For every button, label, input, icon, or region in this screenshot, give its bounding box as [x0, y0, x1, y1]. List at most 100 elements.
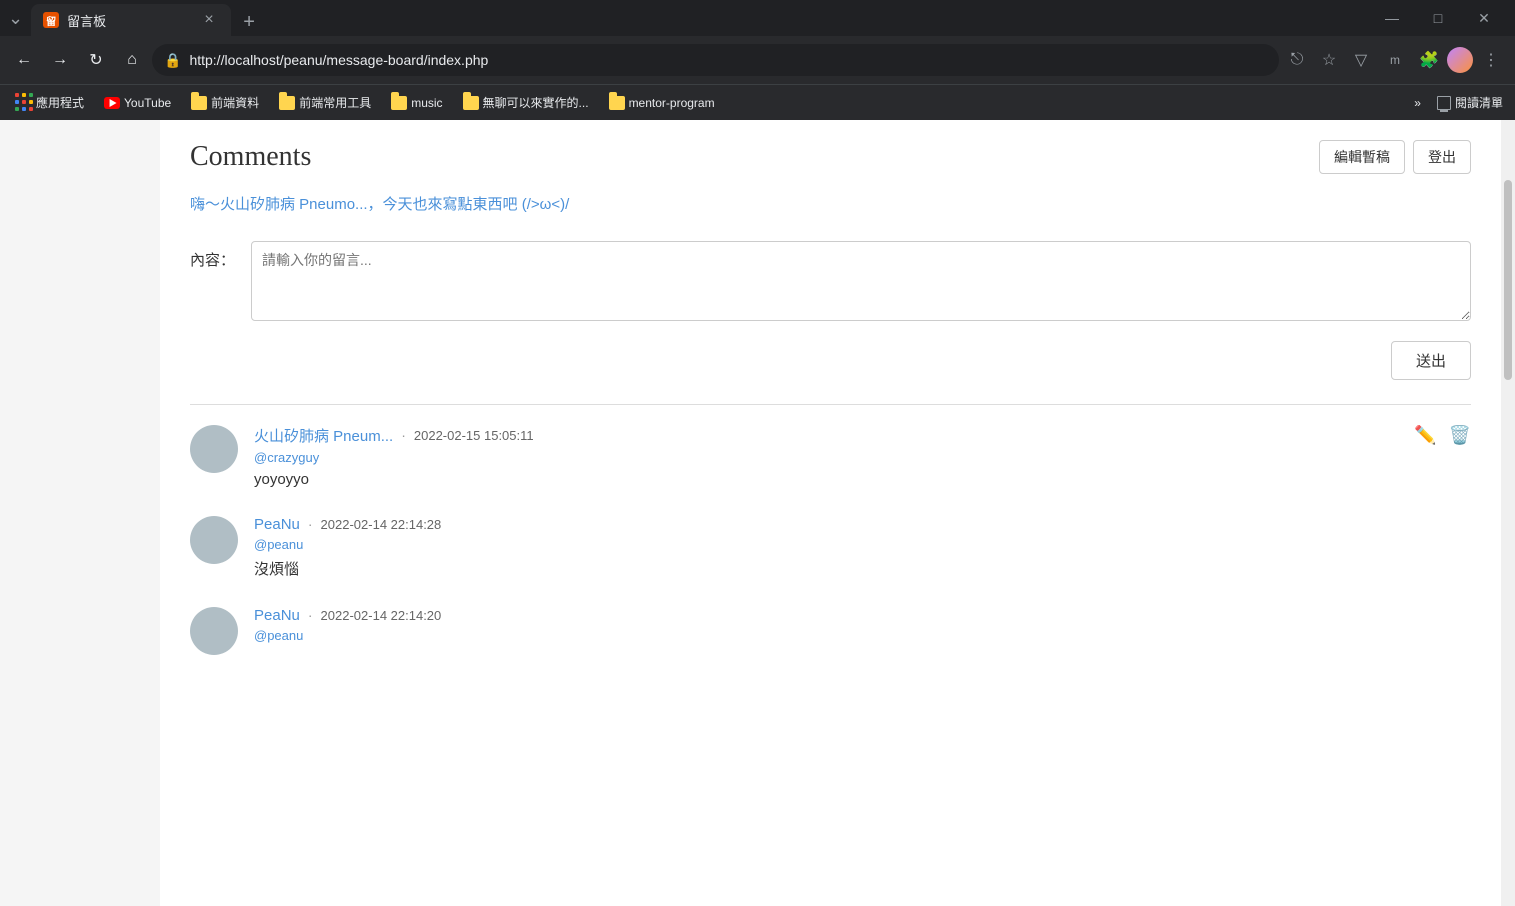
bookmark-music[interactable]: music: [383, 91, 450, 115]
avatar: [190, 516, 238, 564]
browser-chrome: ⌄ 留 留言板 × + — □ ✕ ← → ↻ ⌂ 🔒 http://local…: [0, 0, 1515, 120]
chevron-down-icon[interactable]: ⌄: [8, 8, 23, 29]
extensions-button[interactable]: 🧩: [1413, 44, 1445, 76]
tab-close-button[interactable]: ×: [199, 10, 219, 30]
window-controls-right: — □ ✕: [1369, 0, 1507, 36]
edit-icon[interactable]: ✏️: [1414, 425, 1436, 446]
bookmark-youtube[interactable]: YouTube: [96, 91, 179, 115]
reading-list-button[interactable]: 閱讀清單: [1433, 90, 1507, 115]
bookmark-frontend-tools[interactable]: 前端常用工具: [271, 90, 379, 115]
comment-form: 內容：: [190, 241, 1471, 321]
submit-button[interactable]: 送出: [1391, 341, 1471, 380]
bookmark-frontend-tools-label: 前端常用工具: [299, 94, 371, 111]
url-text: http://localhost/peanu/message-board/ind…: [189, 52, 1267, 68]
bookmark-boring-label: 無聊可以來實作的...: [483, 94, 589, 111]
menu-button[interactable]: ⋮: [1475, 44, 1507, 76]
bookmark-boring[interactable]: 無聊可以來實作的...: [455, 90, 597, 115]
comment-header: PeaNu · 2022-02-14 22:14:20: [254, 607, 1471, 624]
comment-text: 沒煩惱: [254, 558, 1471, 579]
bookmark-apps-label: 應用程式: [36, 94, 84, 111]
reading-list-icon: [1437, 96, 1451, 110]
page-title: Comments: [190, 141, 311, 173]
scrollbar-thumb[interactable]: [1504, 180, 1512, 380]
folder-icon-3: [391, 95, 407, 111]
forward-button[interactable]: →: [44, 44, 76, 76]
delete-icon[interactable]: 🗑️: [1449, 425, 1471, 446]
home-button[interactable]: ⌂: [116, 44, 148, 76]
comment-textarea[interactable]: [251, 241, 1471, 321]
back-button[interactable]: ←: [8, 44, 40, 76]
comment-actions: ✏️ 🗑️: [1414, 425, 1471, 446]
minimize-button[interactable]: —: [1369, 0, 1415, 36]
share-button[interactable]: ⎋: [1283, 46, 1311, 74]
bookmark-youtube-label: YouTube: [124, 96, 171, 110]
comment-handle: @crazyguy: [254, 450, 1471, 465]
new-tab-button[interactable]: +: [235, 8, 263, 36]
reload-button[interactable]: ↻: [80, 44, 112, 76]
comment-time: 2022-02-14 22:14:28: [321, 517, 442, 532]
avatar: [190, 607, 238, 655]
active-tab[interactable]: 留 留言板 ×: [31, 4, 231, 36]
bookmark-button[interactable]: ☆: [1315, 46, 1343, 74]
profile-initial[interactable]: m: [1379, 44, 1411, 76]
title-bar: ⌄ 留 留言板 × + — □ ✕: [0, 0, 1515, 36]
lock-icon: 🔒: [164, 52, 181, 69]
folder-icon-4: [463, 95, 479, 111]
bookmarks-bar: 應用程式 YouTube 前端資料 前端常用工具 music: [0, 84, 1515, 120]
comment-time: 2022-02-15 15:05:11: [414, 428, 534, 443]
address-bar-row: ← → ↻ ⌂ 🔒 http://localhost/peanu/message…: [0, 36, 1515, 84]
comment-time: 2022-02-14 22:14:20: [321, 608, 442, 623]
comment-author: 火山矽肺病 Pneum...: [254, 425, 393, 446]
comment-author: PeaNu: [254, 516, 300, 533]
reading-list-label: 閱讀清單: [1455, 94, 1503, 111]
logout-button[interactable]: 登出: [1413, 140, 1471, 174]
maximize-button[interactable]: □: [1415, 0, 1461, 36]
bookmark-frontend-data-label: 前端資料: [211, 94, 259, 111]
bookmark-apps[interactable]: 應用程式: [8, 90, 92, 115]
comment-body: PeaNu · 2022-02-14 22:14:28 @peanu 沒煩惱: [254, 516, 1471, 579]
form-label: 內容：: [190, 241, 235, 270]
table-row: PeaNu · 2022-02-14 22:14:28 @peanu 沒煩惱: [190, 516, 1471, 579]
comment-handle: @peanu: [254, 628, 1471, 643]
tab-favicon: 留: [43, 12, 59, 28]
comment-body: 火山矽肺病 Pneum... · 2022-02-15 15:05:11 @cr…: [254, 425, 1471, 488]
avatar: [190, 425, 238, 473]
address-box[interactable]: 🔒 http://localhost/peanu/message-board/i…: [152, 44, 1279, 76]
comments-list: 火山矽肺病 Pneum... · 2022-02-15 15:05:11 @cr…: [190, 425, 1471, 655]
sidebar-left: [0, 120, 160, 906]
tab-bar: 留 留言板 × +: [31, 0, 1369, 36]
folder-icon-1: [191, 95, 207, 111]
bookmarks-more: » 閱讀清單: [1410, 90, 1507, 115]
header-buttons: 編輯暫稿 登出: [1319, 140, 1471, 174]
comment-body: PeaNu · 2022-02-14 22:14:20 @peanu: [254, 607, 1471, 655]
edit-draft-button[interactable]: 編輯暫稿: [1319, 140, 1405, 174]
comment-dot: ·: [308, 516, 313, 532]
downloader-icon[interactable]: ▽: [1347, 46, 1375, 74]
more-bookmarks-button[interactable]: »: [1410, 92, 1425, 114]
youtube-icon: [104, 95, 120, 111]
table-row: 火山矽肺病 Pneum... · 2022-02-15 15:05:11 @cr…: [190, 425, 1471, 488]
comment-author: PeaNu: [254, 607, 300, 624]
close-button[interactable]: ✕: [1461, 0, 1507, 36]
page-area: Comments 編輯暫稿 登出 嗨～火山矽肺病 Pneumo...，今天也來寫…: [0, 120, 1515, 906]
comment-text: yoyoyyo: [254, 471, 1471, 488]
profile-avatar[interactable]: [1447, 47, 1473, 73]
bookmark-mentor-label: mentor-program: [629, 96, 715, 110]
table-row: PeaNu · 2022-02-14 22:14:20 @peanu: [190, 607, 1471, 655]
page-scrollbar[interactable]: [1501, 120, 1515, 906]
folder-icon-2: [279, 95, 295, 111]
comment-dot: ·: [308, 607, 313, 623]
page-header: Comments 編輯暫稿 登出: [190, 140, 1471, 174]
bookmark-music-label: music: [411, 96, 442, 110]
comment-handle: @peanu: [254, 537, 1471, 552]
address-actions: ⎋ ☆ ▽: [1283, 46, 1375, 74]
submit-row: 送出: [190, 341, 1471, 380]
bookmark-mentor[interactable]: mentor-program: [601, 91, 723, 115]
apps-icon: [16, 95, 32, 111]
comment-header: 火山矽肺病 Pneum... · 2022-02-15 15:05:11: [254, 425, 1471, 446]
tab-title: 留言板: [67, 11, 191, 30]
bookmark-frontend-data[interactable]: 前端資料: [183, 90, 267, 115]
comment-header: PeaNu · 2022-02-14 22:14:28: [254, 516, 1471, 533]
welcome-message: 嗨～火山矽肺病 Pneumo...，今天也來寫點東西吧 (/>ω<)/: [190, 194, 1471, 217]
folder-icon-5: [609, 95, 625, 111]
